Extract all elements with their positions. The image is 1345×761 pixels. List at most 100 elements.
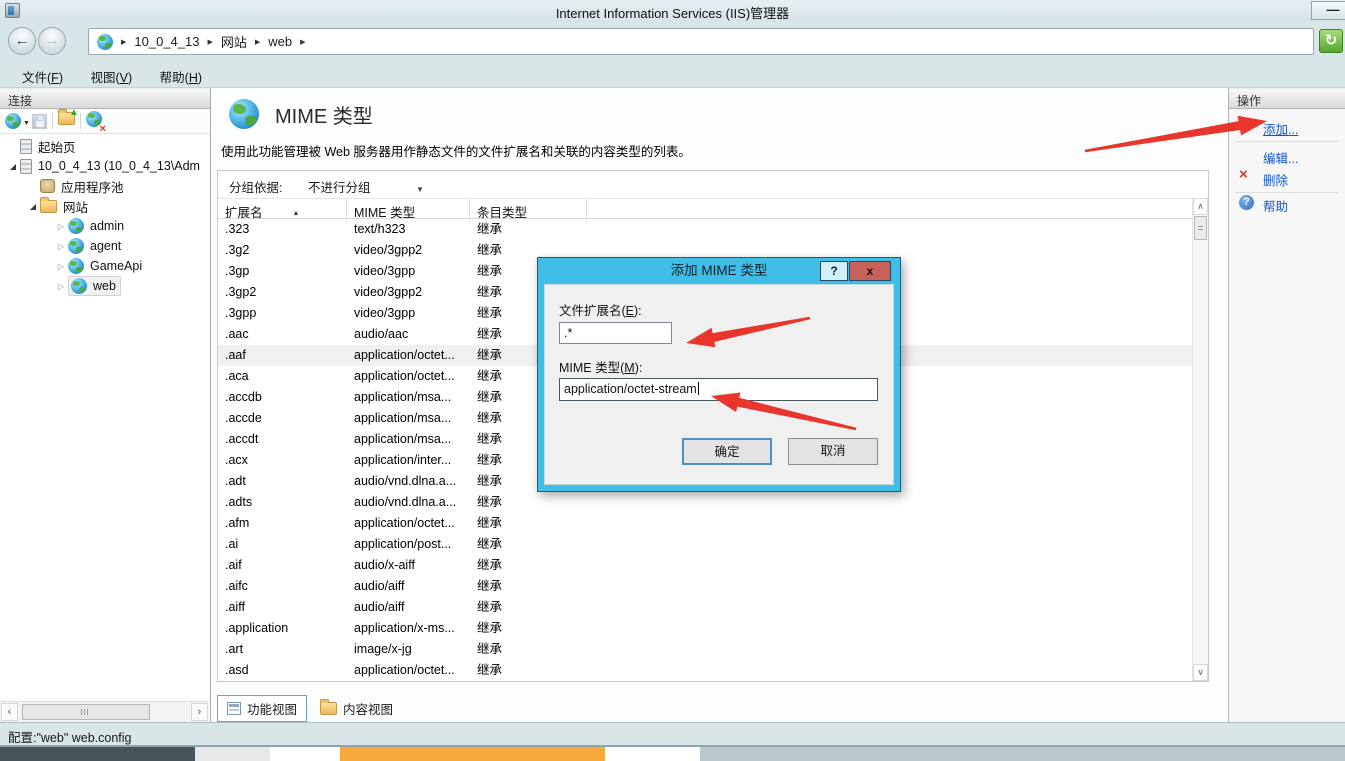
tree-item-web[interactable]: ▷ web: [0, 276, 209, 296]
server-icon: [20, 159, 32, 174]
table-row[interactable]: .aiff audio/aiff 继承: [218, 597, 1192, 618]
table-row[interactable]: .application application/x-ms... 继承: [218, 618, 1192, 639]
tree-horizontal-scrollbar[interactable]: ‹ ›: [0, 701, 209, 722]
scroll-down-icon[interactable]: ∨: [1193, 664, 1208, 681]
row-mime-type: application/octet...: [347, 513, 470, 534]
site-icon: [68, 238, 84, 254]
table-row[interactable]: .afm application/octet... 继承: [218, 513, 1192, 534]
chevron-expanded-icon[interactable]: ◢: [6, 162, 20, 171]
breadcrumb-separator-icon: ▶: [300, 38, 305, 46]
breadcrumb-sites[interactable]: 网站: [221, 32, 247, 51]
tab-features-view[interactable]: 功能视图: [217, 695, 307, 722]
row-mime-type: image/x-jg: [347, 639, 470, 660]
navigation-chrome: ← → ▶ 10_0_4_13 ▶ 网站 ▶ web ▶ ↻ 文件(F) 视图(…: [0, 22, 1345, 88]
features-view-icon: [227, 702, 241, 715]
breadcrumb-server[interactable]: 10_0_4_13: [134, 34, 199, 49]
menu-help[interactable]: 帮助(H): [148, 64, 214, 89]
row-mime-type: audio/x-aiff: [347, 555, 470, 576]
row-mime-type: application/msa...: [347, 429, 470, 450]
row-extension: .3gpp: [218, 303, 347, 324]
row-mime-type: video/3gpp2: [347, 282, 470, 303]
chevron-expanded-icon[interactable]: ◢: [26, 202, 40, 211]
column-extension[interactable]: 扩展名▲: [218, 199, 347, 221]
group-by-dropdown[interactable]: 不进行分组: [308, 181, 371, 195]
table-row[interactable]: .asd application/octet... 继承: [218, 660, 1192, 680]
export-package-icon[interactable]: ▲: [58, 112, 75, 130]
extension-label: 文件扩展名(E):: [559, 300, 642, 319]
table-row[interactable]: .art image/x-jg 继承: [218, 639, 1192, 660]
cancel-button[interactable]: 取消: [788, 438, 878, 465]
row-extension: .aifc: [218, 576, 347, 597]
row-entry-type: 继承: [470, 660, 587, 680]
row-extension: .accdt: [218, 429, 347, 450]
row-mime-type: audio/vnd.dlna.a...: [347, 471, 470, 492]
scrollbar-thumb[interactable]: [22, 704, 150, 720]
chevron-collapsed-icon[interactable]: ▷: [54, 282, 68, 291]
column-mime-type[interactable]: MIME 类型: [347, 199, 470, 221]
breadcrumb-web[interactable]: web: [268, 34, 292, 49]
address-bar[interactable]: ▶ 10_0_4_13 ▶ 网站 ▶ web ▶: [88, 28, 1314, 55]
scroll-left-icon[interactable]: ‹: [1, 703, 18, 721]
tree-item-server[interactable]: ◢ 10_0_4_13 (10_0_4_13\Adm: [0, 156, 209, 176]
breadcrumb-separator-icon: ▶: [255, 38, 260, 46]
row-mime-type: video/3gpp: [347, 303, 470, 324]
table-row[interactable]: .323 text/h323 继承: [218, 219, 1192, 240]
taskbar-segment: [0, 747, 195, 761]
dialog-help-button[interactable]: ?: [820, 261, 848, 281]
tree-item-app-pools[interactable]: 应用程序池: [0, 176, 209, 196]
list-vertical-scrollbar[interactable]: ∧ ∨: [1192, 198, 1208, 681]
site-icon: [68, 258, 84, 274]
arrow-up-icon: ▲: [69, 107, 79, 118]
connect-server-icon[interactable]: [5, 113, 21, 129]
column-entry-type[interactable]: 条目类型: [470, 199, 587, 221]
tab-content-view[interactable]: 内容视图: [311, 696, 402, 721]
mime-type-label: MIME 类型(M):: [559, 357, 642, 376]
tree-item-gameapi[interactable]: ▷ GameApi: [0, 256, 209, 276]
row-mime-type: application/octet...: [347, 366, 470, 387]
menu-file[interactable]: 文件(F): [10, 64, 75, 89]
mime-type-input[interactable]: application/octet-stream: [559, 378, 878, 401]
breadcrumb-separator-icon: ▶: [121, 38, 126, 46]
tree-item-start-page[interactable]: 起始页: [0, 136, 209, 156]
back-button[interactable]: ←: [8, 27, 36, 55]
table-row[interactable]: .aifc audio/aiff 继承: [218, 576, 1192, 597]
row-extension: .adts: [218, 492, 347, 513]
row-extension: .aiff: [218, 597, 347, 618]
status-text: 配置:"web" web.config: [8, 731, 132, 745]
forward-button[interactable]: →: [38, 27, 66, 55]
scroll-up-icon[interactable]: ∧: [1193, 198, 1208, 215]
chevron-collapsed-icon[interactable]: ▷: [54, 262, 68, 271]
row-entry-type: 继承: [470, 513, 587, 534]
extension-input[interactable]: .*: [559, 322, 672, 344]
scroll-right-icon[interactable]: ›: [191, 703, 208, 721]
tree-item-agent[interactable]: ▷ agent: [0, 236, 209, 256]
row-mime-type: audio/aac: [347, 324, 470, 345]
row-mime-type: application/x-ms...: [347, 618, 470, 639]
ok-button[interactable]: 确定: [682, 438, 772, 465]
tree-item-admin[interactable]: ▷ admin: [0, 216, 209, 236]
row-mime-type: audio/aiff: [347, 576, 470, 597]
chevron-collapsed-icon[interactable]: ▷: [54, 242, 68, 251]
dialog-close-button[interactable]: x: [849, 261, 891, 281]
save-icon[interactable]: [32, 114, 47, 129]
table-row[interactable]: .ai application/post... 继承: [218, 534, 1192, 555]
connections-header: 连接: [0, 88, 210, 109]
menu-view[interactable]: 视图(V): [78, 64, 144, 89]
add-action-link[interactable]: 添加...: [1263, 119, 1298, 138]
chevron-down-icon[interactable]: ▼: [23, 120, 30, 127]
delete-action-link[interactable]: 删除: [1263, 170, 1288, 189]
tree-item-sites[interactable]: ◢ 网站: [0, 196, 209, 216]
table-row[interactable]: .adts audio/vnd.dlna.a... 继承: [218, 492, 1192, 513]
chevron-collapsed-icon[interactable]: ▷: [54, 222, 68, 231]
table-row[interactable]: .aif audio/x-aiff 继承: [218, 555, 1192, 576]
refresh-button[interactable]: ↻: [1319, 29, 1343, 53]
disconnect-icon[interactable]: ×: [86, 111, 102, 132]
minimize-button[interactable]: —: [1311, 1, 1345, 20]
row-extension: .ai: [218, 534, 347, 555]
scrollbar-thumb[interactable]: [1194, 216, 1207, 240]
edit-action-link[interactable]: 编辑...: [1263, 148, 1298, 167]
menu-bar: 文件(F) 视图(V) 帮助(H): [10, 64, 214, 89]
help-action-link[interactable]: 帮助: [1263, 196, 1288, 215]
app-pools-icon: [40, 179, 55, 193]
chevron-down-icon[interactable]: ▼: [416, 185, 424, 194]
